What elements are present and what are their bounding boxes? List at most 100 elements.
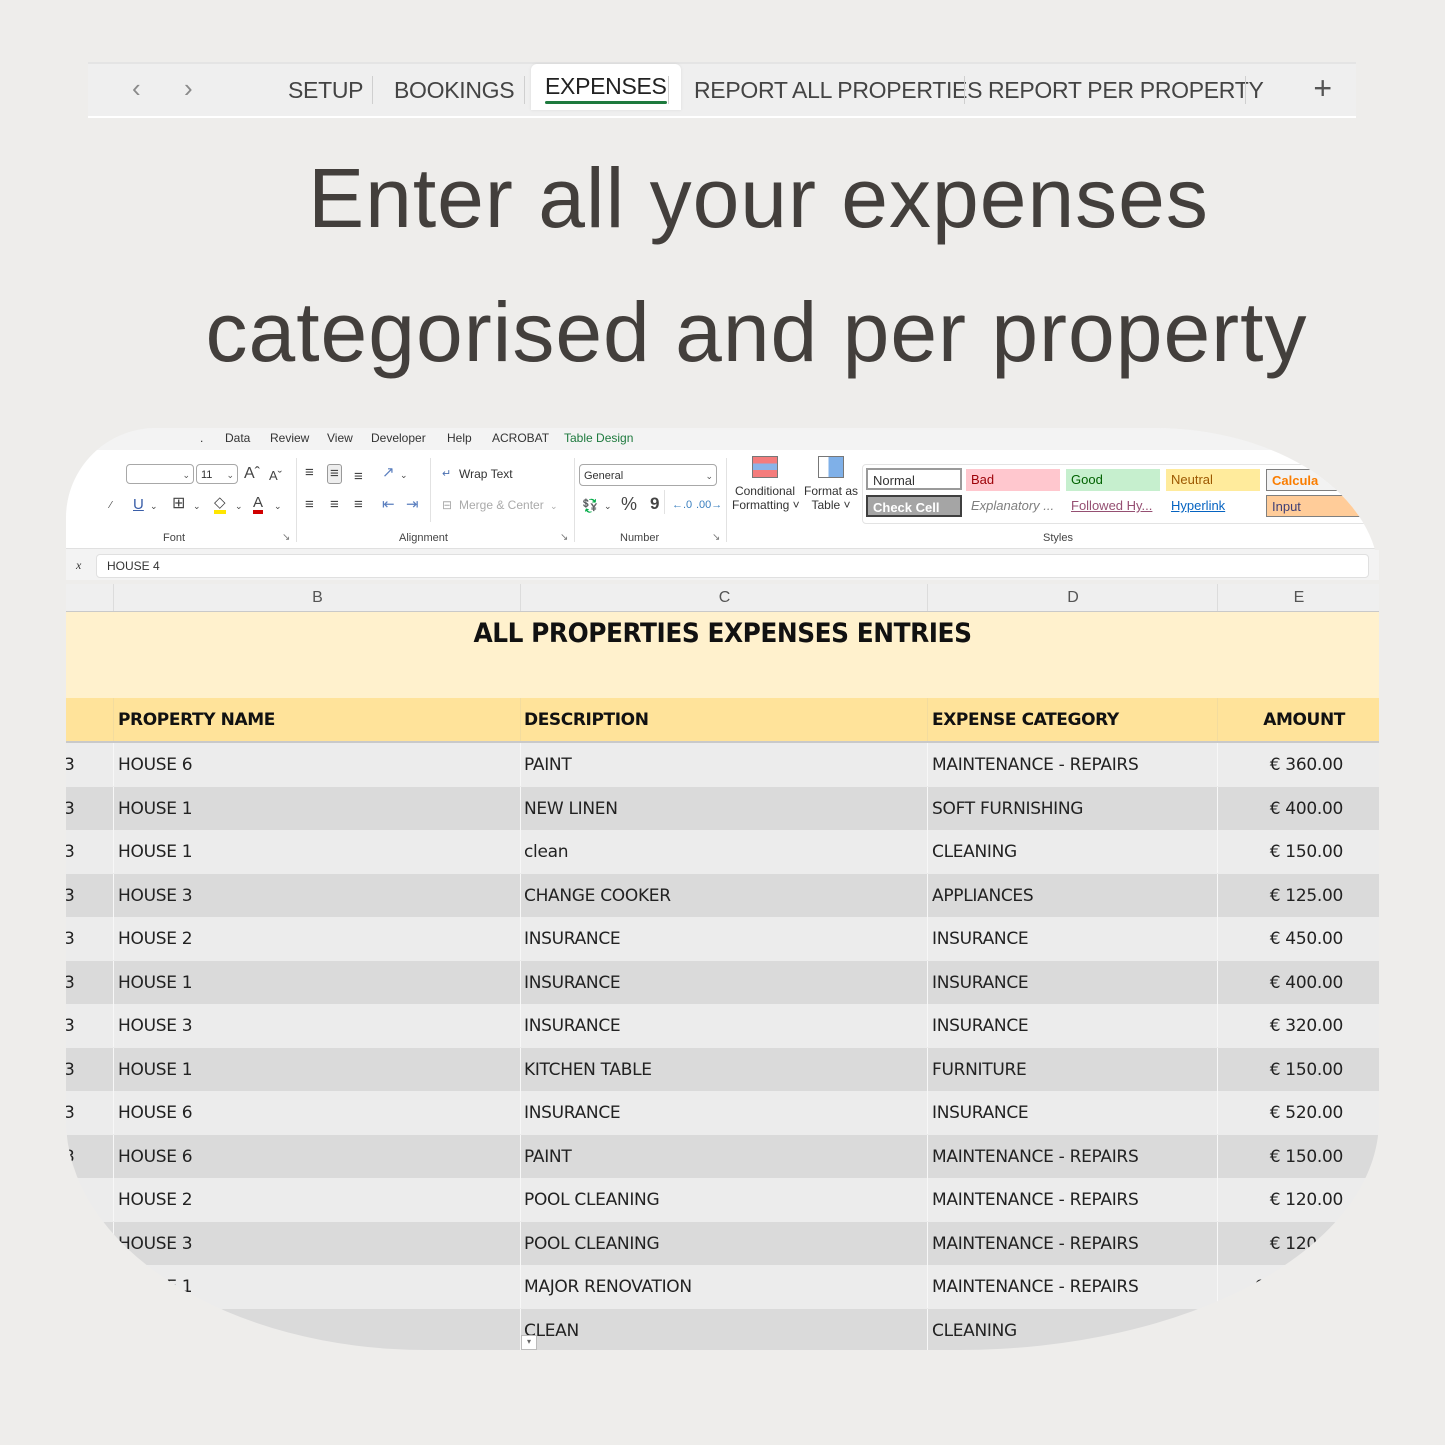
tab-report-all-properties[interactable]: REPORT ALL PROPERTIES	[694, 72, 982, 108]
style-bad[interactable]: Bad	[966, 469, 1060, 491]
cell-row-marker[interactable]: 3	[66, 874, 112, 917]
cell-property-name[interactable]: HOUSE 6	[113, 743, 520, 786]
cell-description[interactable]: INSURANCE	[520, 1004, 927, 1047]
cell-row-marker[interactable]: 3	[66, 961, 112, 1004]
chevron-down-icon[interactable]: ⌄	[150, 497, 158, 515]
increase-indent-icon[interactable]: ⇥	[406, 496, 419, 514]
increase-decimal-icon[interactable]: ←.0	[672, 496, 692, 514]
cell-property-name[interactable]: HOUSE 1	[113, 1265, 520, 1308]
cell-amount[interactable]: € 450.00	[1217, 917, 1379, 960]
cell-description[interactable]: POOL CLEANING	[520, 1178, 927, 1221]
cell-property-name[interactable]: HOUSE 3	[113, 873, 520, 917]
decrease-decimal-icon[interactable]: .00→	[696, 496, 722, 514]
cell-amount[interactable]: € 360.00	[1217, 743, 1379, 786]
cell-expense-category[interactable]: MAINTENANCE - REPAIRS	[927, 1178, 1217, 1221]
cell-property-name[interactable]: HOUSE 3	[113, 1221, 520, 1265]
wrap-text-icon[interactable]: ↵	[442, 465, 451, 483]
cell-property-name[interactable]: HOUSE 1	[113, 960, 520, 1004]
style-calculation[interactable]: Calcula	[1266, 469, 1360, 491]
menu-review[interactable]: Review	[270, 431, 309, 445]
wrap-text-button[interactable]: Wrap Text	[459, 467, 513, 481]
menu-view[interactable]: View	[327, 431, 353, 445]
comma-style-icon[interactable]: 9	[650, 495, 659, 513]
column-header-d[interactable]: D	[927, 584, 1218, 611]
cell-amount[interactable]	[1217, 1308, 1379, 1350]
cell-row-marker[interactable]	[66, 1265, 112, 1308]
cell-property-name[interactable]: HOUSE 3	[113, 1004, 520, 1047]
cell-row-marker[interactable]	[66, 1309, 112, 1351]
cell-expense-category[interactable]: INSURANCE	[927, 960, 1217, 1004]
cell-row-marker[interactable]: 3	[66, 1135, 112, 1178]
align-left-icon[interactable]: ≡	[305, 496, 314, 514]
grow-font-icon[interactable]: Aˆ	[244, 465, 260, 483]
cell-description[interactable]: MAJOR RENOVATION	[520, 1265, 927, 1308]
cell-expense-category[interactable]: MAINTENANCE - REPAIRS	[927, 743, 1217, 786]
align-right-icon[interactable]: ≡	[354, 496, 363, 514]
chevron-down-icon[interactable]: ⌄	[193, 497, 201, 515]
tab-report-per-property[interactable]: REPORT PER PROPERTY	[988, 72, 1264, 108]
chevron-down-icon[interactable]: ⌄	[604, 497, 612, 515]
style-explanatory[interactable]: Explanatory ...	[966, 495, 1060, 517]
tab-expenses[interactable]: EXPENSES	[531, 64, 681, 110]
cell-row-marker[interactable]: 3	[66, 917, 112, 960]
dialog-launcher-icon[interactable]: ↘	[712, 532, 720, 543]
cell-expense-category[interactable]: INSURANCE	[927, 1091, 1217, 1134]
align-middle-icon[interactable]: ≡	[327, 464, 342, 484]
tab-bookings[interactable]: BOOKINGS	[394, 72, 515, 108]
cell-description[interactable]: CLEAN	[520, 1308, 927, 1350]
cell-expense-category[interactable]: INSURANCE	[927, 917, 1217, 960]
align-top-icon[interactable]: ≡	[305, 464, 314, 482]
cell-expense-category[interactable]: MAINTENANCE - REPAIRS	[927, 1265, 1217, 1308]
format-as-table-button[interactable]: Format as Table ˅	[802, 456, 860, 512]
add-sheet-icon[interactable]: +	[1313, 70, 1332, 106]
cell-expense-category[interactable]: MAINTENANCE - REPAIRS	[927, 1134, 1217, 1178]
chevron-down-icon[interactable]: ⌄	[274, 497, 282, 515]
cell-property-name[interactable]: HOUSE 1	[113, 786, 520, 830]
cell-property-name[interactable]: HOUSE 6	[113, 1134, 520, 1178]
cell-amount[interactable]: € 150.00	[1217, 1047, 1379, 1091]
font-size-dropdown[interactable]: 11 ⌄	[196, 464, 238, 484]
header-amount[interactable]: AMOUNT	[1217, 698, 1379, 741]
number-format-dropdown[interactable]: General ⌄	[579, 464, 717, 486]
column-header-b[interactable]: B	[113, 584, 521, 611]
cell-row-marker[interactable]: 3	[66, 830, 112, 873]
cell-row-marker[interactable]	[66, 1222, 112, 1265]
cell-description[interactable]: POOL CLEANING	[520, 1221, 927, 1265]
dialog-launcher-icon[interactable]: ↘	[282, 532, 290, 543]
style-hyperlink[interactable]: Hyperlink	[1166, 495, 1260, 517]
accounting-format-icon[interactable]: 💱	[582, 497, 598, 515]
style-input[interactable]: Input	[1266, 495, 1360, 517]
cell-amount[interactable]: € 125.00	[1217, 873, 1379, 917]
menu-data[interactable]: Data	[225, 431, 250, 445]
cell-property-name[interactable]: HOUSE 2	[113, 1178, 520, 1221]
conditional-formatting-button[interactable]: Conditional Formatting ˅	[732, 456, 800, 512]
cell-row-marker[interactable]: 3	[66, 1048, 112, 1091]
cell-amount[interactable]: € 400.00	[1217, 960, 1379, 1004]
cell-expense-category[interactable]: CLEANING	[927, 1308, 1217, 1350]
style-check-cell[interactable]: Check Cell	[866, 495, 962, 517]
cell-expense-category[interactable]: APPLIANCES	[927, 873, 1217, 917]
fill-color-icon[interactable]: ◇	[214, 494, 226, 514]
align-bottom-icon[interactable]: ≡	[354, 468, 363, 486]
font-color-icon[interactable]: A	[253, 494, 264, 514]
percent-style-icon[interactable]: %	[621, 495, 637, 513]
cell-property-name[interactable]: HOUSE 2	[113, 917, 520, 960]
cell-description[interactable]: INSURANCE	[520, 960, 927, 1004]
cell-row-marker[interactable]	[66, 1178, 112, 1221]
cell-property-name[interactable]: HOUSE 6	[113, 1091, 520, 1134]
cell-row-marker[interactable]: 3	[66, 1091, 112, 1134]
column-header-e[interactable]: E	[1217, 584, 1379, 611]
cell-property-name[interactable]: HOUSE 4	[113, 1308, 520, 1350]
cell-expense-category[interactable]: FURNITURE	[927, 1047, 1217, 1091]
cell-description[interactable]: INSURANCE	[520, 1091, 927, 1134]
cell-description[interactable]: clean	[520, 830, 927, 873]
chevron-down-icon[interactable]: ⌄	[400, 466, 408, 484]
chevron-down-icon[interactable]: ⌄	[235, 497, 243, 515]
cell-amount[interactable]: € 120.00	[1217, 1178, 1379, 1221]
cell-amount[interactable]: € 320.00	[1217, 1004, 1379, 1047]
cell-description[interactable]: PAINT	[520, 1134, 927, 1178]
underline-icon[interactable]: U	[133, 496, 144, 514]
style-normal[interactable]: Normal	[866, 468, 962, 490]
cell-description[interactable]: CHANGE COOKER	[520, 873, 927, 917]
cell-amount[interactable]: € 150.00	[1217, 1134, 1379, 1178]
